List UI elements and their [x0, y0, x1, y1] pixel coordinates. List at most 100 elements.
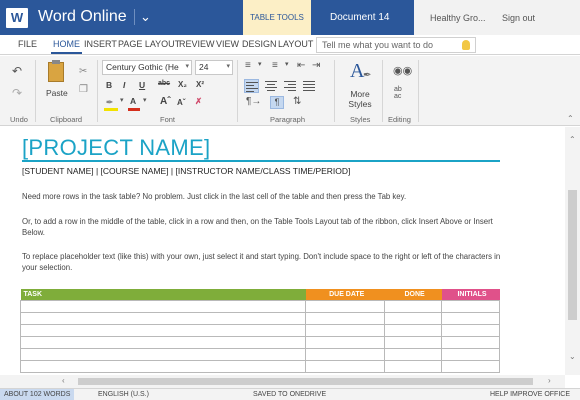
bullets-icon[interactable]: ≡ — [245, 60, 251, 71]
align-left-icon[interactable] — [244, 79, 259, 93]
scroll-thumb[interactable] — [568, 190, 577, 320]
paragraph[interactable]: Or, to add a row in the middle of the ta… — [22, 216, 507, 238]
right-to-left-icon[interactable]: ¶ — [270, 96, 284, 109]
cut-icon[interactable]: ✂ — [79, 66, 87, 77]
tab-layout[interactable]: LAYOUT — [278, 39, 313, 49]
chevron-down-icon[interactable]: ▾ — [143, 96, 147, 104]
tab-file[interactable]: FILE — [18, 39, 37, 49]
table-cell[interactable] — [19, 311, 307, 325]
column-header-due-date[interactable]: DUE DATE — [305, 289, 385, 300]
table-cell[interactable] — [384, 299, 443, 313]
paragraph[interactable]: To replace placeholder text (like this) … — [22, 251, 507, 273]
paste-button[interactable]: Paste — [46, 88, 68, 98]
table-row — [19, 335, 500, 349]
document-name[interactable]: Document 14 — [330, 12, 389, 23]
table-cell[interactable] — [19, 335, 307, 349]
superscript-icon[interactable]: X² — [196, 80, 204, 89]
align-center-icon[interactable] — [265, 81, 277, 91]
chevron-down-icon[interactable]: ▾ — [258, 60, 262, 68]
table-cell[interactable] — [384, 335, 443, 349]
column-header-task[interactable]: TASK — [20, 289, 306, 300]
table-cell[interactable] — [441, 335, 500, 349]
table-cell[interactable] — [19, 359, 307, 373]
chevron-down-icon[interactable]: ⌄ — [134, 9, 151, 25]
subheading[interactable]: [STUDENT NAME] | [COURSE NAME] | [INSTRU… — [22, 166, 350, 176]
shrink-font-icon[interactable]: Aˇ — [177, 98, 185, 107]
clear-formatting-icon[interactable]: ✗ — [195, 96, 202, 107]
subscript-icon[interactable]: X₂ — [178, 80, 187, 89]
column-header-done[interactable]: DONE — [384, 289, 442, 300]
highlight-icon[interactable]: ✒ — [106, 97, 113, 108]
sign-out-link[interactable]: Sign out — [502, 13, 535, 23]
scroll-thumb[interactable] — [78, 378, 533, 385]
redo-icon[interactable]: ↷ — [12, 86, 22, 100]
replace-icon[interactable]: ab ac — [394, 86, 402, 100]
left-to-right-icon[interactable]: ¶→ — [246, 96, 261, 107]
vertical-scrollbar[interactable]: ⌃ ⌄ — [565, 127, 580, 375]
word-icon[interactable]: W — [6, 8, 28, 28]
tab-insert[interactable]: INSERT — [84, 39, 117, 49]
undo-icon[interactable]: ↶ — [12, 64, 22, 78]
table-cell[interactable] — [441, 311, 500, 325]
table-cell[interactable] — [441, 299, 500, 313]
tab-design[interactable]: DESIGN — [242, 39, 277, 49]
tab-home[interactable]: HOME — [51, 39, 82, 54]
font-color-icon[interactable]: A — [130, 96, 136, 106]
app-name[interactable]: Word Online — [38, 8, 127, 26]
project-title[interactable]: [PROJECT NAME] — [22, 135, 210, 161]
table-cell[interactable] — [305, 311, 386, 325]
increase-indent-icon[interactable]: ⇥ — [312, 60, 320, 71]
table-cell[interactable] — [305, 347, 386, 361]
task-table[interactable]: TASK DUE DATE DONE INITIALS — [19, 289, 500, 373]
table-cell[interactable] — [441, 347, 500, 361]
chevron-down-icon[interactable]: ▾ — [120, 96, 124, 104]
table-cell[interactable] — [305, 359, 386, 373]
document-canvas[interactable]: [PROJECT NAME] [STUDENT NAME] | [COURSE … — [0, 127, 580, 375]
numbering-icon[interactable]: ≡ — [272, 60, 278, 71]
table-cell[interactable] — [384, 359, 443, 373]
more-styles-button[interactable]: More Styles — [346, 89, 374, 109]
table-cell[interactable] — [305, 335, 386, 349]
font-name-select[interactable]: Century Gothic (He ▾ — [102, 60, 192, 75]
tab-review[interactable]: REVIEW — [179, 39, 215, 49]
table-cell[interactable] — [384, 311, 443, 325]
collapse-ribbon-icon[interactable]: ⌃ — [567, 114, 574, 123]
scroll-up-icon[interactable]: ⌃ — [569, 135, 576, 144]
bold-icon[interactable]: B — [106, 80, 112, 90]
paragraph[interactable]: Need more rows in the task table? No pro… — [22, 191, 507, 202]
underline-icon[interactable]: U — [139, 80, 145, 90]
scroll-left-icon[interactable]: ‹ — [62, 376, 65, 385]
justify-icon[interactable] — [303, 81, 315, 91]
italic-icon[interactable]: I — [123, 80, 125, 90]
table-cell[interactable] — [19, 347, 307, 361]
find-icon[interactable]: ◉◉ — [393, 64, 412, 77]
scroll-down-icon[interactable]: ⌄ — [569, 352, 576, 361]
word-count[interactable]: ABOUT 102 WORDS — [0, 389, 75, 400]
strikethrough-icon[interactable]: abc — [158, 80, 170, 87]
table-cell[interactable] — [384, 323, 443, 337]
grow-font-icon[interactable]: Aˆ — [160, 96, 171, 107]
user-name[interactable]: Healthy Gro... — [430, 13, 486, 23]
decrease-indent-icon[interactable]: ⇤ — [297, 60, 305, 71]
language-indicator[interactable]: ENGLISH (U.S.) — [98, 391, 149, 398]
table-cell[interactable] — [19, 299, 307, 313]
table-cell[interactable] — [305, 299, 386, 313]
align-right-icon[interactable] — [284, 81, 296, 91]
horizontal-scrollbar[interactable]: ‹ › — [0, 375, 565, 388]
scroll-right-icon[interactable]: › — [548, 376, 551, 385]
help-improve-link[interactable]: HELP IMPROVE OFFICE — [490, 391, 570, 398]
tell-me-input[interactable]: Tell me what you want to do — [316, 37, 476, 53]
paragraph-spacing-icon[interactable]: ⇅ — [293, 96, 301, 107]
table-cell[interactable] — [441, 359, 500, 373]
table-cell[interactable] — [19, 323, 307, 337]
copy-icon[interactable]: ❐ — [79, 84, 88, 95]
font-size-select[interactable]: 24 ▾ — [195, 60, 233, 75]
column-header-initials[interactable]: INITIALS — [441, 289, 500, 300]
table-cell[interactable] — [384, 347, 443, 361]
paste-icon[interactable] — [48, 62, 64, 82]
table-cell[interactable] — [305, 323, 386, 337]
table-cell[interactable] — [441, 323, 500, 337]
tab-view[interactable]: VIEW — [216, 39, 239, 49]
chevron-down-icon[interactable]: ▾ — [285, 60, 289, 68]
tab-page-layout[interactable]: PAGE LAYOUT — [118, 39, 180, 49]
